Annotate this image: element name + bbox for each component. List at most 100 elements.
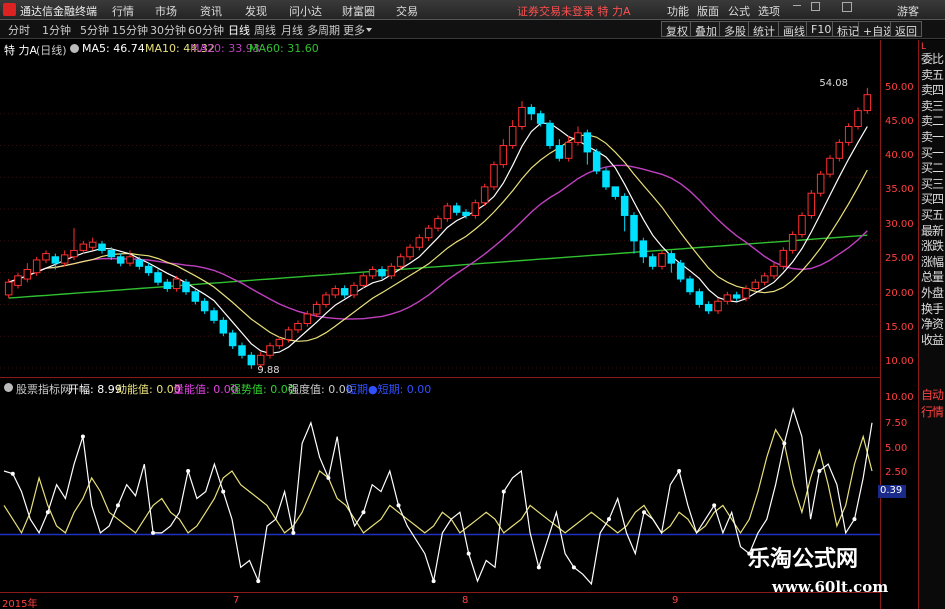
candle-down <box>686 278 694 293</box>
side-panel-item[interactable]: 买一 <box>919 146 945 161</box>
period-more[interactable]: 更多 <box>343 22 365 38</box>
candle-up <box>443 205 452 220</box>
guest-user[interactable]: 游客 <box>897 3 919 19</box>
minimize-icon[interactable] <box>793 5 801 6</box>
menu-options[interactable]: 选项 <box>758 3 780 19</box>
settings-dot-icon[interactable] <box>70 44 79 53</box>
side-panel-item[interactable]: 卖一 <box>919 130 945 145</box>
side-panel-item[interactable]: 自动 <box>919 388 945 403</box>
overlay-button[interactable]: 叠加 <box>690 21 722 38</box>
side-panel-item[interactable]: 涨跌 <box>919 239 945 254</box>
period-multi[interactable]: 多周期 <box>307 22 340 38</box>
menu-discover[interactable]: 发现 <box>245 3 267 19</box>
current-indicator-value: 0.39 <box>878 485 906 498</box>
candle-down <box>51 256 60 264</box>
candle-up <box>490 164 498 188</box>
kline-chart[interactable]: 54.08 9.88 <box>0 56 880 592</box>
restore-icon[interactable] <box>842 2 852 12</box>
candle-up <box>564 141 573 159</box>
side-panel-item[interactable]: 换手 <box>919 302 945 317</box>
candle-down <box>182 281 190 293</box>
candle-up <box>788 234 797 251</box>
back-button[interactable]: 返回 <box>890 21 922 38</box>
side-panel-item[interactable]: 卖二 <box>919 114 945 129</box>
menu-news[interactable]: 资讯 <box>200 3 222 19</box>
side-panel-item[interactable]: 最新 <box>919 224 945 239</box>
candle-down <box>704 303 713 312</box>
candle-down <box>648 256 657 267</box>
ind-tick: 7.50 <box>885 418 908 429</box>
period-fenshi[interactable]: 分时 <box>8 22 30 38</box>
candle-down <box>592 151 601 172</box>
side-panel-item[interactable]: 行情 <box>919 405 945 420</box>
period-30min[interactable]: 30分钟 <box>150 22 186 38</box>
candle-up <box>863 94 872 112</box>
watermark-url: www.60lt.com <box>772 578 889 596</box>
side-panel-item[interactable]: 总量 <box>919 270 945 285</box>
side-panel-item[interactable]: 委比 <box>919 52 945 67</box>
price-tick: 40.00 <box>885 150 914 161</box>
indicator-white-line <box>3 406 873 586</box>
period-monthly[interactable]: 月线 <box>281 22 303 38</box>
period-weekly[interactable]: 周线 <box>254 22 276 38</box>
period-toolbar: 分时 1分钟 5分钟 15分钟 30分钟 60分钟 日线 周线 月线 多周期 更… <box>0 20 945 39</box>
candle-down <box>200 300 209 312</box>
menu-ask[interactable]: 问小达 <box>289 3 322 19</box>
period-1min[interactable]: 1分钟 <box>42 22 71 38</box>
more-chevron-icon[interactable] <box>366 28 372 32</box>
period-60min[interactable]: 60分钟 <box>188 22 224 38</box>
candle-up <box>714 300 722 312</box>
login-status: 证券交易未登录 特 力A <box>517 5 631 18</box>
side-panel-item[interactable]: 买四 <box>919 192 945 207</box>
side-panel-item[interactable]: 买三 <box>919 177 945 192</box>
candle-up <box>751 281 760 290</box>
candle-up <box>322 294 330 305</box>
menu-function[interactable]: 功能 <box>667 3 689 19</box>
side-panel-item[interactable]: 买五 <box>919 208 945 223</box>
menu-market[interactable]: 市场 <box>155 3 177 19</box>
fuquan-button[interactable]: 复权 <box>661 21 693 38</box>
ind-tick: 2.50 <box>885 467 908 478</box>
stats-button[interactable]: 统计 <box>748 21 780 38</box>
title-bar: 通达信金融终端 行情 市场 资讯 发现 问小达 财富圈 交易 证券交易未登录 特… <box>0 0 945 20</box>
candle-down <box>676 262 685 280</box>
candle-up <box>396 256 405 267</box>
maximize-icon[interactable] <box>811 2 820 11</box>
candle-up <box>70 249 78 258</box>
side-panel-item[interactable]: 外盘 <box>919 286 945 301</box>
side-panel-item[interactable]: 收益 <box>919 333 945 348</box>
side-panel-item[interactable]: 买二 <box>919 161 945 176</box>
indicator-dot <box>782 441 787 446</box>
period-15min[interactable]: 15分钟 <box>112 22 148 38</box>
candle-down <box>144 265 153 274</box>
side-panel-item[interactable]: 卖五 <box>919 68 945 83</box>
x-label: 7 <box>233 595 240 606</box>
menu-trade[interactable]: 交易 <box>396 3 418 19</box>
menu-layout[interactable]: 版面 <box>697 3 719 19</box>
low-annotation: 9.88 <box>257 365 279 376</box>
candle-down <box>639 240 648 258</box>
indicator-dot <box>431 579 436 584</box>
side-panel-item[interactable]: 卖三 <box>919 99 945 114</box>
candle-up <box>359 275 368 286</box>
menu-formula[interactable]: 公式 <box>728 3 750 19</box>
indicator-dot <box>186 468 191 473</box>
period-daily[interactable]: 日线 <box>228 22 250 38</box>
candle-down <box>602 170 610 188</box>
indicator-dot <box>712 503 717 508</box>
candle-up <box>406 246 414 258</box>
menu-quotes[interactable]: 行情 <box>112 3 134 19</box>
candle-up <box>32 259 41 274</box>
x-label: 2015年 <box>2 599 38 609</box>
side-panel-item[interactable]: 涨幅 <box>919 255 945 270</box>
side-panel-item[interactable]: 卖四 <box>919 83 945 98</box>
multi-stock-button[interactable]: 多股 <box>719 21 751 38</box>
side-panel-item[interactable]: 净资 <box>919 317 945 332</box>
menu-wealth[interactable]: 财富圈 <box>342 3 375 19</box>
indicator-dot <box>115 503 120 508</box>
candle-down <box>191 291 200 302</box>
candle-down <box>611 186 620 197</box>
period-5min[interactable]: 5分钟 <box>80 22 109 38</box>
candle-up <box>499 145 508 166</box>
candle-up <box>331 288 340 296</box>
